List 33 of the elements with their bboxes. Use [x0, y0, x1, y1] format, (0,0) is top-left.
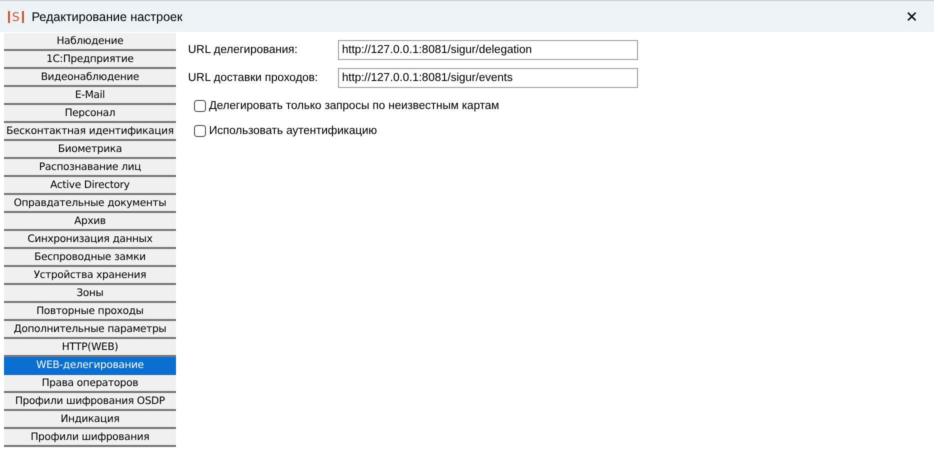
- checkbox-label: Делегировать только запросы по неизвестным картам: [209, 100, 500, 112]
- sidebar-item[interactable]: Права операторов: [4, 375, 176, 393]
- sidebar-item[interactable]: Профили шифрования OSDP: [4, 393, 176, 411]
- sidebar-item[interactable]: Архив: [4, 213, 176, 231]
- sidebar-item[interactable]: Индикация: [4, 411, 176, 429]
- field-label: URL доставки проходов:: [188, 72, 319, 84]
- sidebar-item[interactable]: E-Mail: [4, 87, 176, 105]
- sidebar-item[interactable]: Повторные проходы: [4, 303, 176, 321]
- checkbox[interactable]: [194, 125, 206, 137]
- sidebar-item[interactable]: Беспроводные замки: [4, 249, 176, 267]
- sidebar-item[interactable]: WEB-делегирование: [4, 357, 176, 375]
- sidebar-item[interactable]: Наблюдение: [4, 33, 176, 51]
- checkbox-label: Использовать аутентификацию: [209, 125, 377, 137]
- sidebar-item[interactable]: Active Directory: [4, 177, 176, 195]
- sidebar-item[interactable]: Устройства хранения: [4, 267, 176, 285]
- sidebar-item[interactable]: Персонал: [4, 105, 176, 123]
- sidebar-item[interactable]: Синхронизация данных: [4, 231, 176, 249]
- sidebar-item[interactable]: Распознавание лиц: [4, 159, 176, 177]
- sidebar-item[interactable]: Биометрика: [4, 141, 176, 159]
- sidebar-item[interactable]: 1С:Предприятие: [4, 51, 176, 69]
- sidebar-item[interactable]: Оправдательные документы: [4, 195, 176, 213]
- input-field[interactable]: http://127.0.0.1:8081/sigur/delegation: [338, 40, 638, 60]
- field-label: URL делегирования:: [188, 44, 299, 56]
- close-button[interactable]: ✕: [896, 2, 928, 30]
- sidebar-item[interactable]: Дополнительные параметры: [4, 321, 176, 339]
- input-field[interactable]: http://127.0.0.1:8081/sigur/events: [338, 68, 638, 88]
- checkbox[interactable]: [194, 100, 206, 112]
- sidebar-item[interactable]: Профили шифрования: [4, 429, 176, 447]
- sidebar-item[interactable]: Бесконтактная идентификация: [4, 123, 176, 141]
- window-title: Редактирование настроек: [32, 10, 182, 24]
- sidebar-item[interactable]: Зоны: [4, 285, 176, 303]
- sidebar-item[interactable]: Видеонаблюдение: [4, 69, 176, 87]
- sidebar-item[interactable]: HTTP(WEB): [4, 339, 176, 357]
